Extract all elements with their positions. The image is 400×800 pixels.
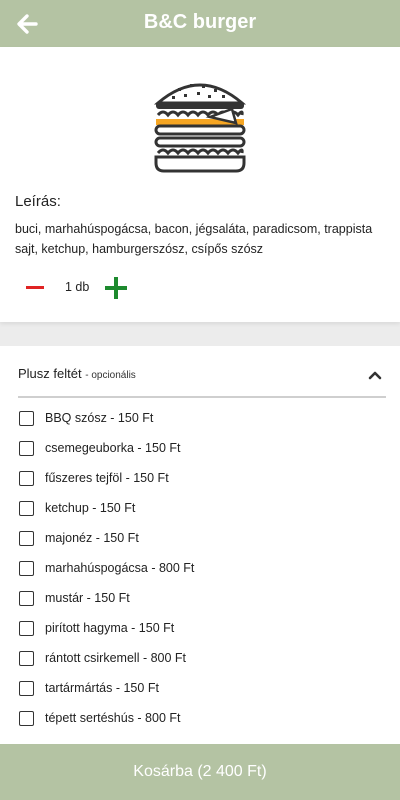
checkbox[interactable] — [19, 621, 34, 636]
checkbox[interactable] — [19, 501, 34, 516]
decrease-button[interactable] — [20, 275, 50, 301]
minus-icon — [26, 286, 44, 289]
checkbox[interactable] — [19, 471, 34, 486]
increase-button[interactable] — [105, 277, 127, 299]
option-label: marhahúspogácsa - 800 Ft — [45, 561, 195, 575]
add-to-cart-button[interactable]: Kosárba (2 400 Ft) — [0, 744, 400, 800]
product-card: Leírás: buci, marhahúspogácsa, bacon, jé… — [0, 47, 400, 322]
option-label: rántott csirkemell - 800 Ft — [45, 651, 187, 665]
option-label: pirított hagyma - 150 Ft — [45, 621, 175, 635]
checkbox[interactable] — [19, 411, 34, 426]
option-label: csemegeuborka - 150 Ft — [45, 441, 181, 455]
extra-option-pulled-pork[interactable]: tépett sertéshús - 800 Ft — [18, 707, 378, 733]
extras-title-text: Plusz feltét — [18, 366, 82, 381]
option-label: mustár - 150 Ft — [45, 591, 130, 605]
extra-option-pickles[interactable]: csemegeuborka - 150 Ft — [18, 437, 378, 463]
option-label: fűszeres tejföl - 150 Ft — [45, 471, 169, 485]
checkbox[interactable] — [19, 441, 34, 456]
option-label: BBQ szósz - 150 Ft — [45, 411, 154, 425]
checkbox[interactable] — [19, 681, 34, 696]
add-to-cart-label: Kosárba (2 400 Ft) — [133, 763, 267, 780]
extra-option-ketchup[interactable]: ketchup - 150 Ft — [18, 497, 378, 523]
checkbox[interactable] — [19, 591, 34, 606]
quantity-value: 1 db — [65, 280, 90, 294]
extra-option-mayo[interactable]: majonéz - 150 Ft — [18, 527, 378, 553]
quantity-stepper: 1 db — [15, 275, 215, 301]
extras-header[interactable]: Plusz feltét - opcionális — [18, 364, 386, 398]
extra-option-sour-cream[interactable]: fűszeres tejföl - 150 Ft — [18, 467, 378, 493]
extra-option-chicken[interactable]: rántott csirkemell - 800 Ft — [18, 647, 378, 673]
top-bar: B&C burger — [0, 0, 400, 47]
option-label: tartármártás - 150 Ft — [45, 681, 159, 695]
description-label: Leírás: — [15, 193, 61, 210]
option-label: ketchup - 150 Ft — [45, 501, 136, 515]
burger-icon — [153, 83, 247, 173]
extra-option-tartar[interactable]: tartármártás - 150 Ft — [18, 677, 378, 703]
option-label: majonéz - 150 Ft — [45, 531, 139, 545]
extras-title: Plusz feltét - opcionális — [18, 366, 136, 381]
extra-option-mustard[interactable]: mustár - 150 Ft — [18, 587, 378, 613]
page-title: B&C burger — [143, 11, 257, 33]
extra-option-fried-onion[interactable]: pirított hagyma - 150 Ft — [18, 617, 378, 643]
chevron-up-icon[interactable] — [368, 370, 382, 380]
option-label: tépett sertéshús - 800 Ft — [45, 711, 181, 725]
extra-option-bbq[interactable]: BBQ szósz - 150 Ft — [18, 407, 378, 433]
checkbox[interactable] — [19, 651, 34, 666]
extras-subtitle: - opcionális — [85, 370, 136, 381]
checkbox[interactable] — [19, 531, 34, 546]
checkbox[interactable] — [19, 561, 34, 576]
checkbox[interactable] — [19, 711, 34, 726]
extra-option-patty[interactable]: marhahúspogácsa - 800 Ft — [18, 557, 378, 583]
extras-section: Plusz feltét - opcionális BBQ szósz - 15… — [0, 346, 400, 744]
description-text: buci, marhahúspogácsa, bacon, jégsaláta,… — [15, 222, 373, 256]
